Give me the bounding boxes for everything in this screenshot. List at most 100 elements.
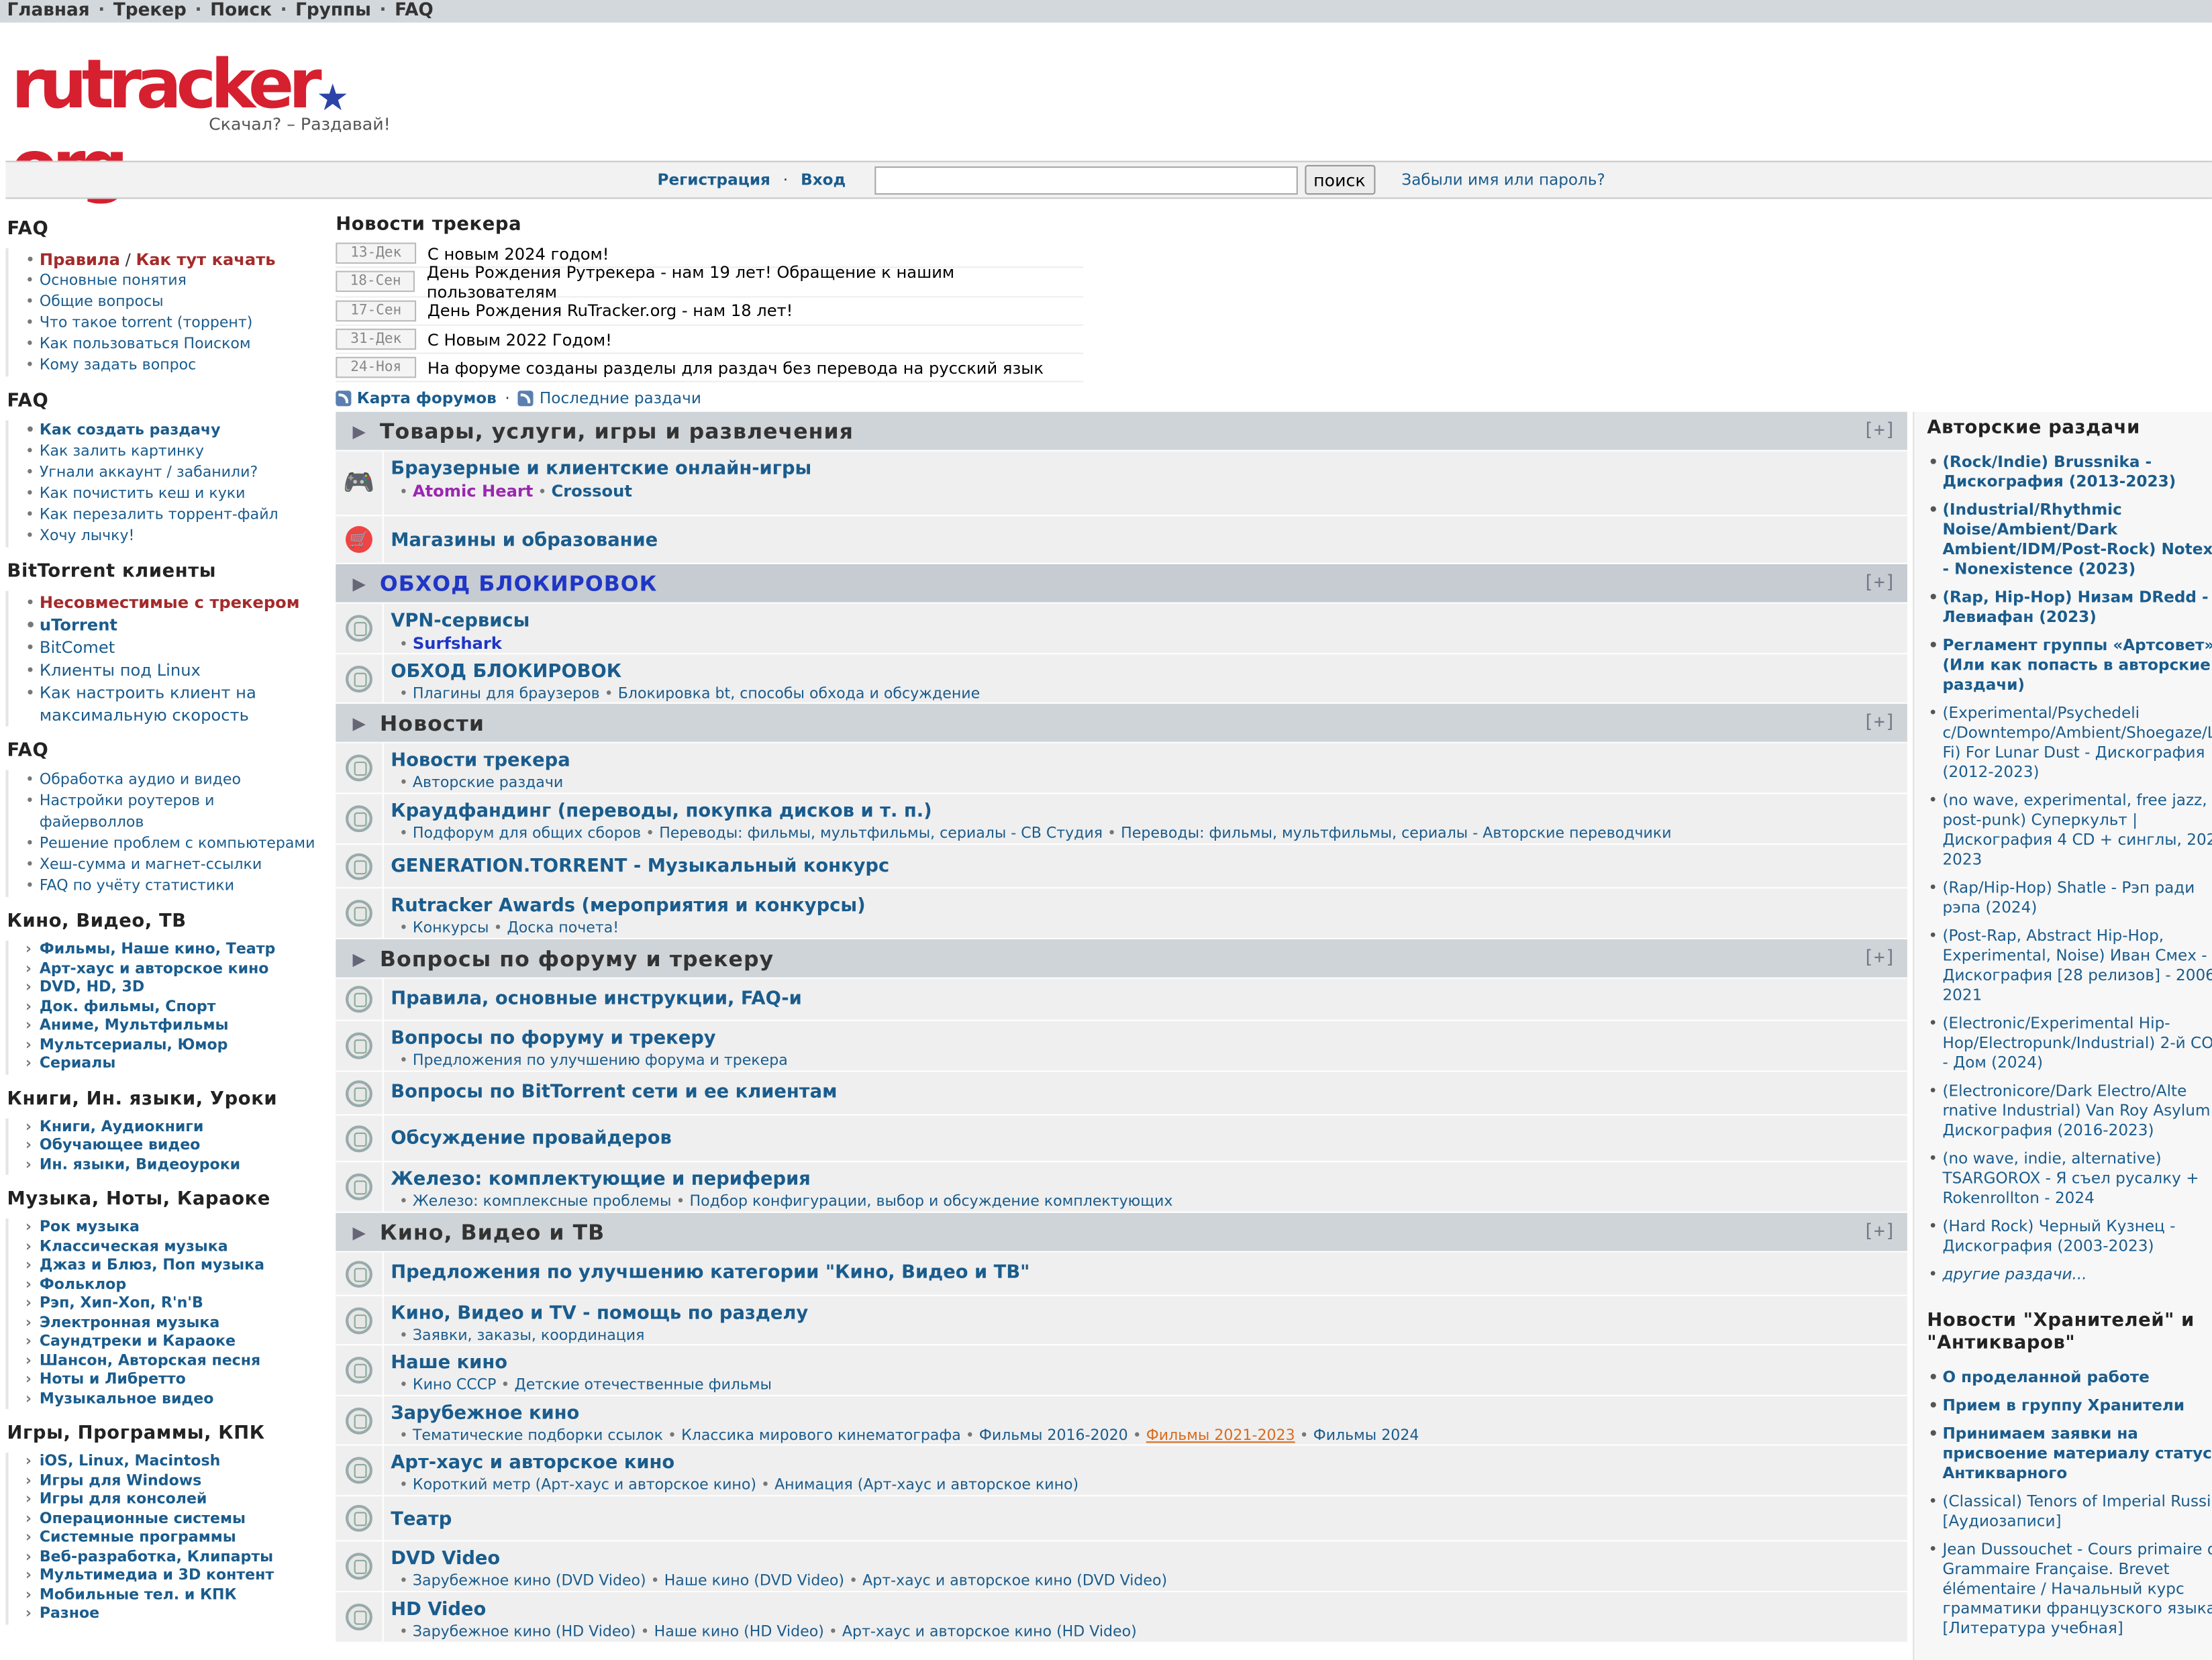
forum-title[interactable]: Предложения по улучшению категории "Кино… — [391, 1261, 1029, 1285]
sidebar-link[interactable]: Ноты и Либретто — [23, 1371, 319, 1390]
forum-map-link[interactable]: Карта форумов — [357, 389, 497, 407]
top-nav-groups[interactable]: Группы — [295, 0, 371, 23]
sidebar-link[interactable]: Обработка аудио и видео — [23, 770, 319, 792]
sidebar-link[interactable]: Аниме, Мультфильмы — [23, 1017, 319, 1036]
subforum-link[interactable]: Тематические подборки ссылок — [413, 1427, 663, 1444]
subforum-link[interactable]: Фильмы 2024 — [1313, 1427, 1419, 1444]
subforum-link[interactable]: Блокировка bt, способы обхода и обсужден… — [618, 686, 981, 703]
forum-title[interactable]: ОБХОД БЛОКИРОВОК — [391, 660, 980, 684]
subforum-link[interactable]: Кино СССР — [413, 1377, 497, 1394]
release-link[interactable]: Регламент группы «Артсовет» (Или как поп… — [1925, 636, 2212, 695]
forgot-password-link[interactable]: Забыли имя или пароль? — [1401, 170, 1605, 189]
news-link[interactable]: С Новым 2022 Годом! — [428, 329, 612, 349]
keepers-news-link[interactable]: О проделанной работе — [1925, 1368, 2212, 1388]
expand-button[interactable]: [+] — [1863, 948, 1896, 970]
sidebar-link[interactable]: Саундтреки и Караоке — [23, 1333, 319, 1351]
sidebar-link[interactable]: Книги, Аудиокниги — [23, 1118, 319, 1137]
sidebar-link[interactable]: Системные программы — [23, 1529, 319, 1548]
sidebar-link[interactable]: Мультимедиа и 3D контент — [23, 1567, 319, 1586]
forum-title[interactable]: Магазины и образование — [391, 529, 658, 553]
release-link[interactable]: (Rap/Hip-Hop) Shatle - Рэп ради рэпа (20… — [1925, 879, 2212, 919]
forum-title[interactable]: Обсуждение провайдеров — [391, 1127, 672, 1151]
sidebar-link[interactable]: FAQ по учёту статистики — [23, 876, 319, 897]
release-link[interactable]: (no wave, experimental, free jazz, post-… — [1925, 791, 2212, 870]
keepers-news-link[interactable]: Jean Dussouchet - Cours primaire de Gram… — [1925, 1540, 2212, 1639]
site-logo[interactable]: rutracker★org Скачал? – Раздавай! — [11, 51, 449, 201]
release-link[interactable]: (Hard Rock) Черный Кузнец - Дискография … — [1925, 1217, 2212, 1257]
sidebar-link[interactable]: Хочу лычку! — [23, 526, 319, 548]
sidebar-link[interactable]: Веб-разработка, Клипарты — [23, 1548, 319, 1567]
sidebar-link[interactable]: Клиенты под Linux — [23, 659, 319, 682]
sidebar-link[interactable]: BitComet — [23, 636, 319, 659]
subforum-link[interactable]: Crossout — [551, 481, 632, 501]
forum-title[interactable]: Железо: комплектующие и периферия — [391, 1168, 1172, 1192]
sidebar-link[interactable]: Музыкальное видео — [23, 1390, 319, 1409]
forum-title[interactable]: Rutracker Awards (мероприятия и конкурсы… — [391, 894, 865, 919]
sidebar-link[interactable]: Как настроить клиент на максимальную ско… — [23, 681, 319, 726]
sidebar-link[interactable]: Фольклор — [23, 1276, 319, 1294]
subforum-link[interactable]: Предложения по улучшению форума и трекер… — [413, 1052, 788, 1069]
subforum-link[interactable]: Зарубежное кино (DVD Video) — [413, 1573, 646, 1590]
forum-title[interactable]: GENERATION.TORRENT - Музыкальный конкурс — [391, 855, 889, 879]
sidebar-link[interactable]: Как залить картинку — [23, 442, 319, 463]
forum-title[interactable]: Новости трекера — [391, 749, 570, 773]
incompatible-clients-link[interactable]: Несовместимые с трекером — [40, 592, 300, 612]
forum-title[interactable]: VPN-сервисы — [391, 609, 530, 633]
latest-releases-link[interactable]: Последние раздачи — [540, 389, 701, 407]
expand-button[interactable]: [+] — [1863, 420, 1896, 442]
top-nav-home[interactable]: Главная — [7, 0, 90, 23]
forum-title[interactable]: Наше кино — [391, 1351, 772, 1376]
forum-title[interactable]: Арт-хаус и авторское кино — [391, 1451, 1078, 1475]
sidebar-link[interactable]: Как создать раздачу — [23, 420, 319, 442]
forum-title[interactable]: Краудфандинг (переводы, покупка дисков и… — [391, 800, 1671, 824]
expand-button[interactable]: [+] — [1863, 1221, 1896, 1243]
subforum-link[interactable]: Переводы: фильмы, мультфильмы, сериалы -… — [1121, 825, 1671, 842]
category-header[interactable]: ▶ Товары, услуги, игры и развлечения [+] — [336, 411, 1907, 452]
sidebar-link[interactable]: Шансон, Авторская песня — [23, 1352, 319, 1371]
subforum-link[interactable]: Доска почета! — [507, 920, 619, 937]
sidebar-link[interactable]: Игры для консолей — [23, 1491, 319, 1510]
sidebar-link[interactable]: Рэп, Хип-Хоп, R'n'B — [23, 1295, 319, 1314]
sidebar-link[interactable]: Игры для Windows — [23, 1471, 319, 1490]
subforum-link-highlighted[interactable]: Фильмы 2021-2023 — [1146, 1427, 1295, 1444]
sidebar-link[interactable]: Сериалы — [23, 1055, 319, 1074]
subforum-link[interactable]: Наше кино (DVD Video) — [664, 1573, 844, 1590]
forum-title[interactable]: Вопросы по BitTorrent сети и ее клиентам — [391, 1080, 837, 1104]
sidebar-link[interactable]: Джаз и Блюз, Поп музыка — [23, 1257, 319, 1276]
release-link[interactable]: (Rap, Hip-Hop) Низам DRedd - Левиафан (2… — [1925, 588, 2212, 628]
sidebar-link[interactable]: Основные понятия — [23, 271, 319, 293]
top-nav-search[interactable]: Поиск — [210, 0, 272, 23]
forum-title[interactable]: Вопросы по форуму и трекеру — [391, 1027, 787, 1051]
subforum-link[interactable]: Арт-хаус и авторское кино (HD Video) — [842, 1623, 1137, 1640]
subforum-link[interactable]: Atomic Heart — [413, 481, 534, 501]
sidebar-link[interactable]: Настройки роутеров и файерволлов — [23, 791, 319, 833]
sidebar-link[interactable]: Ин. языки, Видеоуроки — [23, 1156, 319, 1175]
subforum-link[interactable]: Классика мирового кинематографа — [681, 1427, 961, 1444]
news-link[interactable]: С новым 2024 годом! — [428, 244, 609, 263]
subforum-link[interactable]: Авторские раздачи — [413, 774, 563, 791]
forum-title[interactable]: Правила, основные инструкции, FAQ-и — [391, 987, 802, 1011]
sidebar-link[interactable]: Разное — [23, 1605, 319, 1624]
category-header[interactable]: ▶ Вопросы по форуму и трекеру [+] — [336, 939, 1907, 979]
forum-title[interactable]: Зарубежное кино — [391, 1402, 1419, 1426]
release-link[interactable]: (Experimental/Psychedeli c/Downtempo/Amb… — [1925, 704, 2212, 783]
sidebar-link[interactable]: Арт-хаус и авторское кино — [23, 959, 319, 978]
forum-title[interactable]: Театр — [391, 1508, 452, 1532]
subforum-link[interactable]: Конкурсы — [413, 920, 489, 937]
rules-link[interactable]: Правила — [40, 250, 120, 269]
sidebar-link[interactable]: Общие вопросы — [23, 292, 319, 313]
login-link[interactable]: Вход — [801, 170, 846, 189]
forum-title[interactable]: Браузерные и клиентские онлайн-игры — [391, 457, 811, 481]
more-releases-link[interactable]: другие раздачи... — [1925, 1265, 2212, 1284]
subforum-link[interactable]: Железо: комплексные проблемы — [413, 1193, 672, 1210]
sidebar-link[interactable]: Угнали аккаунт / забанили? — [23, 462, 319, 484]
keepers-news-link[interactable]: Прием в группу Хранители — [1925, 1396, 2212, 1416]
forum-title[interactable]: DVD Video — [391, 1547, 1167, 1571]
sidebar-link[interactable]: Как пользоваться Поиском — [23, 334, 319, 356]
news-link[interactable]: День Рождения RuTracker.org - нам 18 лет… — [428, 301, 793, 320]
keepers-news-link[interactable]: Принимаем заявки на присвоение материалу… — [1925, 1424, 2212, 1484]
category-header[interactable]: ▶ Кино, Видео и ТВ [+] — [336, 1212, 1907, 1253]
subforum-link[interactable]: Арт-хаус и авторское кино (DVD Video) — [862, 1573, 1167, 1590]
sidebar-link[interactable]: Операционные системы — [23, 1510, 319, 1528]
sidebar-link[interactable]: Как почистить кеш и куки — [23, 484, 319, 505]
